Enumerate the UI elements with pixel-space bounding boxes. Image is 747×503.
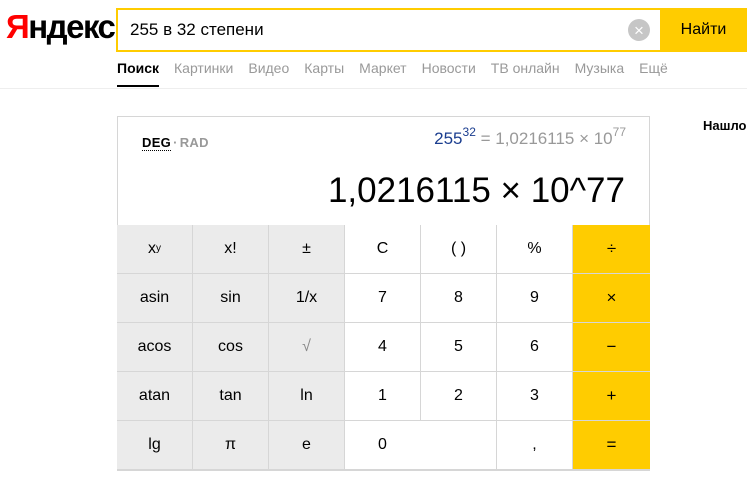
tan-key[interactable]: tan: [193, 372, 269, 421]
digit-3-key[interactable]: 3: [497, 372, 573, 421]
acos-key[interactable]: acos: [117, 323, 193, 372]
e-key[interactable]: e: [269, 421, 345, 470]
tab-video[interactable]: Видео: [248, 60, 289, 87]
plus-minus-key[interactable]: ±: [269, 225, 345, 274]
expression-base: 255: [434, 129, 463, 148]
search-bar: × Найти: [116, 8, 747, 52]
tab-music[interactable]: Музыка: [575, 60, 625, 87]
digit-7-key[interactable]: 7: [345, 274, 421, 323]
digit-8-key[interactable]: 8: [421, 274, 497, 323]
factorial-key[interactable]: x!: [193, 225, 269, 274]
search-input[interactable]: [118, 10, 628, 50]
digit-5-key[interactable]: 5: [421, 323, 497, 372]
lg-key[interactable]: lg: [117, 421, 193, 470]
sqrt-key[interactable]: √: [269, 323, 345, 372]
percent-key[interactable]: %: [497, 225, 573, 274]
clear-key[interactable]: C: [345, 225, 421, 274]
digit-2-key[interactable]: 2: [421, 372, 497, 421]
calculator-keypad: xy x! ± C ( ) % ÷ asin sin 1/x 7 8 9 × a…: [117, 225, 650, 471]
tab-news[interactable]: Новости: [422, 60, 476, 87]
calculator-widget: DEG · RAD 25532 = 1,0216115 × 1077 1,02161…: [117, 116, 650, 471]
tab-maps[interactable]: Карты: [304, 60, 344, 87]
sin-key[interactable]: sin: [193, 274, 269, 323]
power-key-base: x: [148, 240, 156, 257]
expression-exponent: 32: [462, 125, 476, 139]
clear-icon[interactable]: ×: [628, 19, 650, 41]
expression-result-exponent: 77: [612, 125, 626, 139]
search-button[interactable]: Найти: [660, 10, 747, 50]
ln-key[interactable]: ln: [269, 372, 345, 421]
atan-key[interactable]: atan: [117, 372, 193, 421]
digit-6-key[interactable]: 6: [497, 323, 573, 372]
equals-key[interactable]: =: [573, 421, 650, 470]
plus-key[interactable]: +: [573, 372, 650, 421]
digit-9-key[interactable]: 9: [497, 274, 573, 323]
angle-mode-switch: DEG · RAD: [142, 135, 209, 151]
divide-key[interactable]: ÷: [573, 225, 650, 274]
calculator-display: 1,0216115 × 10^77: [327, 171, 625, 210]
search-tabs: Поиск Картинки Видео Карты Маркет Новост…: [117, 60, 683, 87]
multiply-key[interactable]: ×: [573, 274, 650, 323]
tab-market[interactable]: Маркет: [359, 60, 406, 87]
digit-1-key[interactable]: 1: [345, 372, 421, 421]
comma-key[interactable]: ,: [497, 421, 573, 470]
tab-search[interactable]: Поиск: [117, 60, 160, 87]
calculator-expression: 25532 = 1,0216115 × 1077: [434, 126, 626, 149]
digit-4-key[interactable]: 4: [345, 323, 421, 372]
digit-0-key[interactable]: 0: [345, 421, 497, 470]
parentheses-key[interactable]: ( ): [421, 225, 497, 274]
results-count-text: Нашло: [703, 118, 747, 133]
cos-key[interactable]: cos: [193, 323, 269, 372]
expression-result: = 1,0216115 × 10: [475, 129, 613, 148]
mode-deg[interactable]: DEG: [142, 135, 172, 151]
mode-rad[interactable]: RAD: [180, 135, 209, 150]
power-key[interactable]: xy: [117, 225, 193, 274]
reciprocal-key[interactable]: 1/x: [269, 274, 345, 323]
asin-key[interactable]: asin: [117, 274, 193, 323]
tab-images[interactable]: Картинки: [174, 60, 233, 87]
tab-more[interactable]: Ещё: [639, 60, 668, 87]
yandex-logo[interactable]: Яндекс: [6, 9, 116, 45]
tab-tv-online[interactable]: ТВ онлайн: [491, 60, 560, 87]
nav-divider: [0, 88, 747, 89]
minus-key[interactable]: −: [573, 323, 650, 372]
mode-separator: ·: [173, 135, 178, 150]
pi-key[interactable]: π: [193, 421, 269, 470]
